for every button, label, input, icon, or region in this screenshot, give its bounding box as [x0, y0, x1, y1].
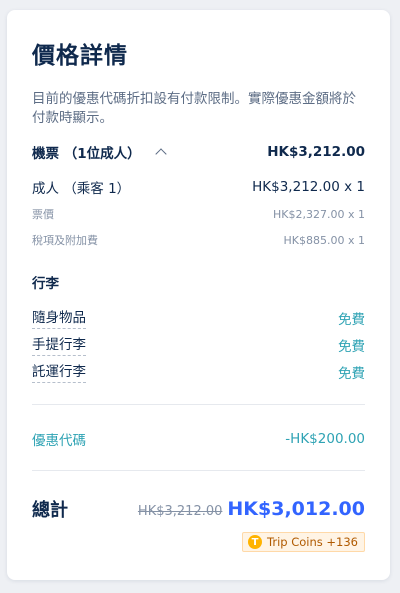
flight-summary-row[interactable]: 機票 （1位成人） HK$3,212.00 — [32, 142, 365, 162]
adult-price: HK$3,212.00 x 1 — [252, 179, 365, 195]
baggage-item-value: 免費 — [338, 338, 365, 355]
adult-label: 成人 （乘客 1） — [32, 181, 131, 197]
flight-label: 機票 （1位成人） — [32, 146, 141, 162]
tax-price: HK$885.00 x 1 — [283, 233, 365, 247]
baggage-heading: 行李 — [32, 276, 59, 292]
adult-passenger-row: 成人 （乘客 1） HK$3,212.00 x 1 — [32, 177, 365, 197]
trip-coins-text: Trip Coins +136 — [267, 535, 358, 549]
baggage-item-carry-on[interactable]: 手提行李 免費 — [32, 333, 365, 356]
promo-code-discount: -HK$200.00 — [285, 431, 365, 447]
fare-label: 票價 — [32, 208, 54, 221]
promo-restriction-notice: 目前的優惠代碼折扣設有付款限制。實際優惠金額將於付款時顯示。 — [32, 91, 356, 126]
chevron-up-icon[interactable] — [154, 148, 167, 160]
baggage-item-checked[interactable]: 託運行李 免費 — [32, 360, 365, 383]
baggage-item-value: 免費 — [338, 365, 365, 382]
baggage-item-value: 免費 — [338, 311, 365, 328]
promo-code-label: 優惠代碼 — [32, 433, 86, 449]
divider — [32, 404, 365, 405]
total-label: 總計 — [32, 500, 68, 521]
divider — [32, 470, 365, 471]
fare-price: HK$2,327.00 x 1 — [273, 207, 365, 221]
fare-row: 票價 HK$2,327.00 x 1 — [32, 206, 365, 222]
total-row: 總計 HK$3,212.00 HK$3,012.00 — [32, 496, 365, 522]
original-price: HK$3,212.00 — [137, 504, 223, 519]
baggage-item-label[interactable]: 手提行李 — [32, 333, 86, 356]
price-details-card: 價格詳情 目前的優惠代碼折扣設有付款限制。實際優惠金額將於付款時顯示。 機票 （… — [7, 10, 390, 580]
tax-label: 稅項及附加費 — [32, 234, 98, 247]
baggage-heading-row: 行李 — [32, 272, 365, 292]
baggage-item-label[interactable]: 隨身物品 — [32, 306, 86, 329]
baggage-item-label[interactable]: 託運行李 — [32, 360, 86, 383]
flight-total: HK$3,212.00 — [267, 144, 365, 160]
baggage-item-personal[interactable]: 隨身物品 免費 — [32, 306, 365, 329]
tax-row: 稅項及附加費 HK$885.00 x 1 — [32, 232, 365, 248]
promo-code-row: 優惠代碼 -HK$200.00 — [32, 429, 365, 449]
trip-coin-icon: T — [248, 535, 262, 549]
trip-coins-badge: T Trip Coins +136 — [242, 532, 365, 552]
final-price: HK$3,012.00 — [227, 498, 365, 520]
page-title: 價格詳情 — [32, 43, 128, 69]
